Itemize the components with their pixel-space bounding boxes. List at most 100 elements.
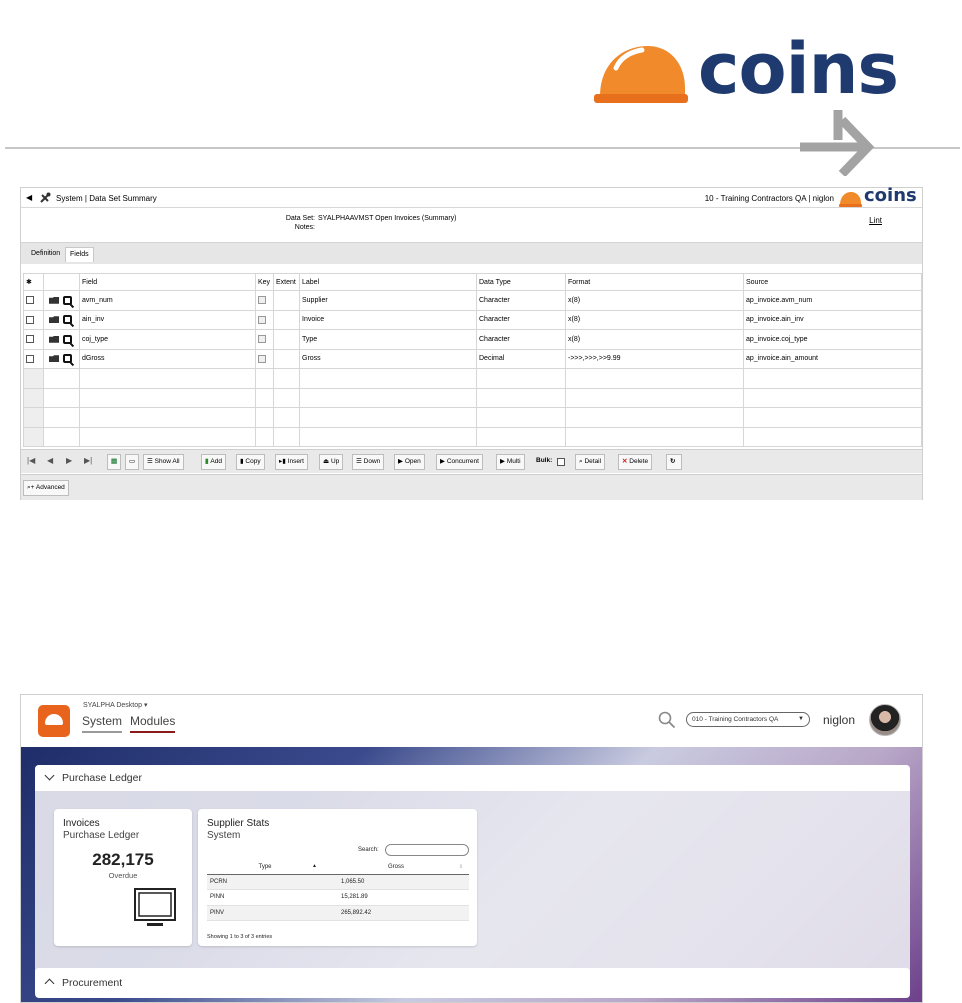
row-select-checkbox[interactable]: [26, 296, 34, 305]
extent-cell[interactable]: [273, 329, 300, 350]
field-cell[interactable]: ain_inv: [79, 309, 256, 330]
field-cell[interactable]: avm_num: [79, 290, 256, 311]
column-header-data-type[interactable]: Data Type: [476, 273, 566, 291]
company-select[interactable]: 010 - Training Contractors QA ▼: [686, 712, 810, 727]
source-cell[interactable]: ap_invoice.avm_num: [743, 290, 922, 311]
column-header-extent[interactable]: Extent: [273, 273, 300, 291]
key-checkbox[interactable]: [258, 354, 266, 363]
search-icon[interactable]: [658, 711, 676, 729]
refresh-button[interactable]: ↻: [666, 454, 682, 470]
key-checkbox[interactable]: [258, 315, 266, 324]
back-arrow-icon[interactable]: ◀: [26, 193, 32, 202]
table-row[interactable]: PCRN 1,065.50: [207, 874, 469, 890]
last-page-icon[interactable]: ▶|: [84, 456, 92, 465]
data-type-cell[interactable]: Character: [476, 290, 566, 311]
up-button[interactable]: ⏏ Up: [319, 454, 344, 470]
table-row[interactable]: dGross Gross Decimal ->>>,>>>,>>9.99 ap_…: [23, 348, 922, 369]
open-folder-icon[interactable]: [49, 296, 59, 304]
column-header-key[interactable]: Key: [255, 273, 274, 291]
label-cell[interactable]: Gross: [299, 348, 477, 369]
copy-button[interactable]: ▮ Copy: [236, 454, 265, 470]
lookup-icon[interactable]: [63, 354, 72, 364]
tab-fields[interactable]: Fields: [65, 247, 94, 262]
lookup-icon[interactable]: [63, 334, 72, 344]
table-row[interactable]: PINV 265,892.42: [207, 905, 469, 921]
data-type-cell[interactable]: Character: [476, 309, 566, 330]
extent-cell[interactable]: [273, 348, 300, 369]
key-checkbox[interactable]: [258, 296, 266, 305]
row-select-checkbox[interactable]: [26, 315, 34, 324]
row-select-checkbox[interactable]: [26, 354, 34, 363]
table-row[interactable]: avm_num Supplier Character x(8) ap_invoi…: [23, 290, 922, 311]
open-folder-icon[interactable]: [49, 355, 59, 363]
lookup-icon[interactable]: [63, 295, 72, 305]
field-cell[interactable]: coj_type: [79, 329, 256, 350]
empty-row[interactable]: [23, 407, 922, 428]
format-cell[interactable]: x(8): [565, 309, 744, 330]
data-type-cell[interactable]: Character: [476, 329, 566, 350]
detail-button[interactable]: ⌕ Detail: [575, 454, 606, 470]
data-type-cell[interactable]: Decimal: [476, 348, 566, 369]
column-header-format[interactable]: Format: [565, 273, 744, 291]
open-button[interactable]: ▶ Open: [394, 454, 425, 470]
column-header-source[interactable]: Source: [743, 273, 922, 291]
multi-button[interactable]: ▶ Multi: [496, 454, 525, 470]
export-excel-button[interactable]: ▤: [107, 454, 121, 470]
app-hat-icon[interactable]: [38, 705, 70, 737]
label-cell[interactable]: Type: [299, 329, 477, 350]
source-cell[interactable]: ap_invoice.coj_type: [743, 329, 922, 350]
empty-row[interactable]: [23, 426, 922, 447]
add-button[interactable]: ▮ Add: [201, 454, 226, 470]
chevron-down-icon[interactable]: [44, 770, 55, 781]
column-header-label[interactable]: Label: [299, 273, 477, 291]
key-checkbox[interactable]: [258, 335, 266, 344]
first-page-icon[interactable]: |◀: [27, 456, 35, 465]
source-cell[interactable]: ap_invoice.ain_amount: [743, 348, 922, 369]
open-folder-icon[interactable]: [49, 335, 59, 343]
procurement-panel-header[interactable]: Procurement: [35, 968, 910, 998]
concurrent-button[interactable]: ▶ Concurrent: [436, 454, 483, 470]
format-cell[interactable]: x(8): [565, 329, 744, 350]
label-cell[interactable]: Invoice: [299, 309, 477, 330]
label-cell[interactable]: Supplier: [299, 290, 477, 311]
lookup-icon[interactable]: [63, 315, 72, 325]
tab-definition[interactable]: Definition: [27, 247, 64, 262]
down-button[interactable]: ☰ Down: [352, 454, 385, 470]
invoices-card[interactable]: Invoices Purchase Ledger 282,175 Overdue: [54, 809, 192, 946]
purchase-ledger-header[interactable]: Purchase Ledger: [35, 765, 910, 791]
next-page-icon[interactable]: ▶: [66, 456, 72, 465]
print-button[interactable]: ▭: [125, 454, 139, 470]
folder-icon: ▶: [398, 458, 405, 465]
show-all-button[interactable]: ☰ Show All: [143, 454, 184, 470]
format-cell[interactable]: x(8): [565, 290, 744, 311]
pin-icon[interactable]: ✱: [23, 273, 44, 291]
table-row[interactable]: coj_type Type Character x(8) ap_invoice.…: [23, 329, 922, 350]
bulk-checkbox[interactable]: [557, 458, 565, 466]
prev-page-icon[interactable]: ◀: [47, 456, 53, 465]
format-cell[interactable]: ->>>,>>>,>>9.99: [565, 348, 744, 369]
empty-row[interactable]: [23, 368, 922, 389]
avatar[interactable]: [869, 704, 901, 736]
extent-cell[interactable]: [273, 290, 300, 311]
empty-row[interactable]: [23, 387, 922, 408]
tab-modules[interactable]: Modules: [130, 714, 176, 733]
source-cell[interactable]: ap_invoice.ain_inv: [743, 309, 922, 330]
open-folder-icon[interactable]: [49, 316, 59, 324]
search-input[interactable]: [385, 844, 469, 856]
row-select-checkbox[interactable]: [26, 335, 34, 344]
table-row[interactable]: ain_inv Invoice Character x(8) ap_invoic…: [23, 309, 922, 330]
advanced-button[interactable]: ⌕+ Advanced: [23, 480, 69, 496]
column-header-type[interactable]: Type ▲: [207, 861, 323, 875]
table-row[interactable]: PINN 15,281.89: [207, 889, 469, 906]
tab-system[interactable]: System: [82, 714, 123, 733]
field-cell[interactable]: dGross: [79, 348, 256, 369]
extent-cell[interactable]: [273, 309, 300, 330]
insert-button[interactable]: ▸▮ Insert: [275, 454, 308, 470]
delete-button[interactable]: ✕ Delete: [618, 454, 653, 470]
lint-link[interactable]: Lint: [869, 216, 882, 225]
column-header-gross[interactable]: Gross ⇕: [323, 861, 469, 875]
desktop-selector[interactable]: SYALPHA Desktop ▾: [83, 701, 147, 709]
user-name[interactable]: niglon: [823, 713, 855, 727]
chevron-up-icon[interactable]: [44, 978, 55, 989]
column-header-field[interactable]: Field: [79, 273, 256, 291]
